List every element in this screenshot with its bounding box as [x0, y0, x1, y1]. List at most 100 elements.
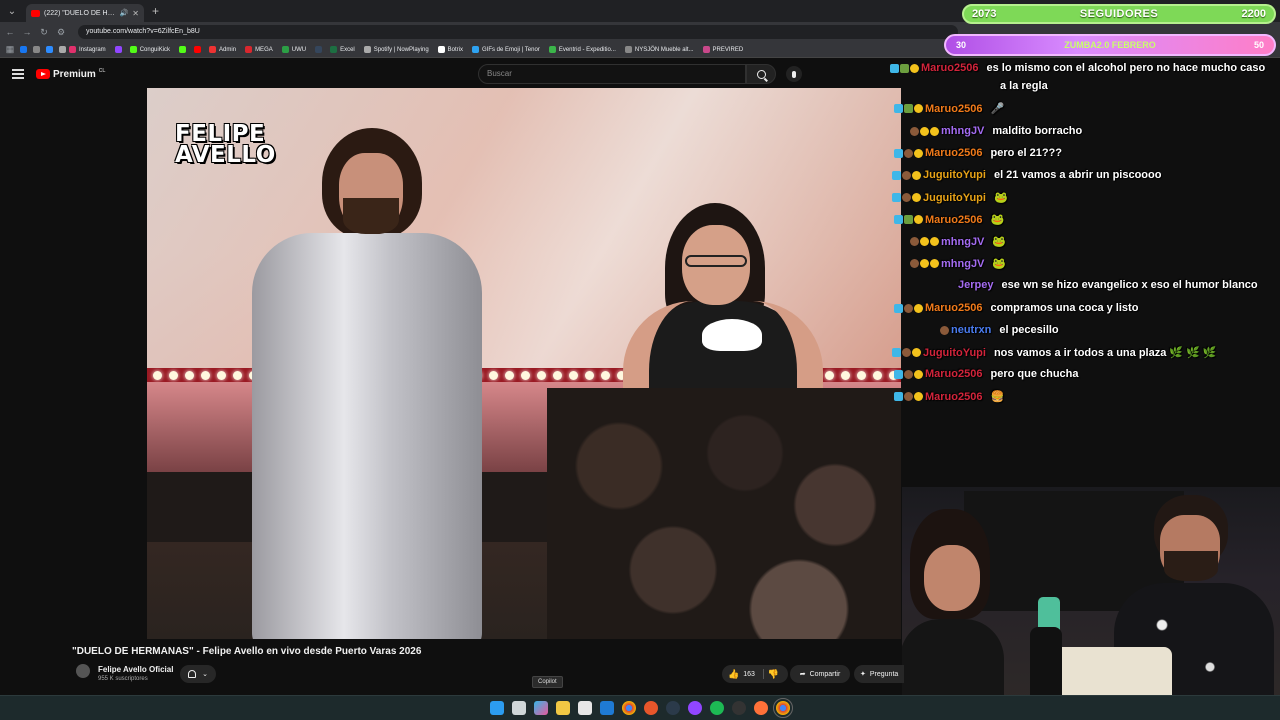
bookmark-mega[interactable]: MEGA: [245, 46, 273, 53]
instagram-icon: [69, 46, 76, 53]
site-info-icon[interactable]: ⚙: [54, 27, 68, 38]
chat-username: JuguitoYupi: [923, 346, 986, 359]
calendar-icon[interactable]: [578, 701, 592, 715]
video-player[interactable]: FELIPE AVELLO: [147, 88, 901, 639]
url-field[interactable]: youtube.com/watch?v=6ZilfcEn_b8U: [78, 25, 958, 39]
bookmark-nysjon[interactable]: NYSJÖN Mueble alt...: [624, 46, 694, 53]
youtube-icon[interactable]: [194, 46, 202, 53]
share-icon: ➦: [799, 671, 806, 678]
bookmark-icon[interactable]: [33, 46, 40, 53]
bookmark-instagram[interactable]: Instagram: [69, 46, 106, 53]
spotify-icon[interactable]: [710, 701, 724, 715]
forward-icon[interactable]: →: [20, 27, 34, 37]
channel-info[interactable]: Felipe Avello Oficial 955 K suscriptores: [76, 664, 173, 682]
channel-avatar[interactable]: [76, 664, 90, 678]
app-icon[interactable]: [644, 701, 658, 715]
followers-current: 2073: [972, 8, 997, 20]
like-icon[interactable]: 👍: [728, 669, 739, 680]
paper-flower: [702, 319, 762, 351]
eventrid-icon: [548, 46, 556, 53]
bookmark-tenor[interactable]: GIFs de Emoji | Tenor: [472, 46, 540, 53]
windows-start-icon[interactable]: [490, 701, 504, 715]
chat-username: Maruo2506: [925, 147, 983, 159]
bookmark-eventrid[interactable]: Eventrid - Expeditio...: [548, 46, 616, 53]
subscriber-count: 955 K suscriptores: [98, 676, 148, 682]
share-button[interactable]: ➦ Compartir: [790, 665, 850, 683]
facebook-icon[interactable]: [20, 46, 27, 53]
browser-tab-active[interactable]: (222) "DUELO DE HERMANA 🔊 ✕: [26, 4, 144, 22]
chat-text: 🐸: [992, 236, 1007, 248]
bookmark-botrix[interactable]: Botrix: [437, 46, 463, 53]
previred-icon: [702, 46, 710, 53]
chat-message: JuguitoYupi 🐸: [892, 191, 1008, 204]
task-view-icon[interactable]: [512, 701, 526, 715]
bookmark-previred[interactable]: PREVIRED: [702, 46, 743, 53]
chat-message: Jerpey ese wn se hizo evangelico x eso e…: [958, 279, 1258, 291]
channel-name[interactable]: Felipe Avello Oficial: [98, 665, 173, 674]
zumba-label: ZUMBA2.0 FEBRERO: [1064, 40, 1156, 50]
audience: [547, 388, 901, 639]
chat-text: 🎤: [990, 103, 1005, 115]
followers-label: SEGUIDORES: [1079, 8, 1159, 20]
chat-text: 🐸: [990, 214, 1005, 226]
like-separator: [762, 669, 764, 679]
bookmark-conguikick[interactable]: ConguiKick: [129, 46, 170, 53]
back-icon[interactable]: ←: [3, 27, 17, 37]
twitch-icon[interactable]: [114, 46, 122, 53]
ask-button[interactable]: ✦ Pregunta: [854, 665, 904, 683]
premium-label: Premium: [53, 68, 96, 80]
chrome-active-icon[interactable]: [773, 698, 793, 718]
tumblr-icon[interactable]: [315, 46, 323, 53]
bookmark-uwu[interactable]: UWU: [281, 46, 306, 53]
like-dislike-bar[interactable]: 👍 163 👎: [722, 665, 788, 683]
file-explorer-icon[interactable]: [556, 701, 570, 715]
tab-search-icon[interactable]: ⌄: [4, 3, 20, 19]
youtube-logo[interactable]: Premium CL: [36, 68, 105, 80]
bookmark-excel[interactable]: Excel: [330, 46, 355, 53]
chat-text: a la regla: [1000, 80, 1048, 92]
chrome-icon[interactable]: [622, 701, 636, 715]
chat-text: 🐸: [992, 258, 1007, 270]
close-tab-icon[interactable]: ✕: [132, 9, 139, 18]
chat-text: pero que chucha: [990, 368, 1079, 380]
chat-message: JuguitoYupi nos vamos a ir todos a una p…: [892, 346, 1217, 359]
chat-username: mhngJV: [941, 257, 985, 270]
chat-username: Jerpey: [958, 279, 994, 291]
chat-message: Maruo2506 pero que chucha: [894, 368, 1079, 380]
app-icon[interactable]: [666, 701, 680, 715]
chat-message: a la regla: [1000, 80, 1048, 92]
chat-text: ese wn se hizo evangelico x eso el humor…: [1001, 279, 1258, 291]
kick-icon[interactable]: [179, 46, 187, 53]
subscribed-bell-button[interactable]: ⌄: [180, 665, 216, 683]
bookmark-icon[interactable]: [59, 46, 66, 53]
chat-username: mhngJV: [941, 235, 985, 248]
chat-text: nos vamos a ir todos a una plaza 🌿 🌿 🌿: [993, 347, 1217, 359]
obs-icon[interactable]: [732, 701, 746, 715]
reload-icon[interactable]: ↻: [37, 27, 51, 38]
audio-playing-icon[interactable]: 🔊: [120, 9, 129, 17]
chevron-down-icon: ⌄: [202, 671, 208, 678]
followers-goal-bar: 2073 SEGUIDORES 2200: [962, 4, 1276, 24]
chat-username: JuguitoYupi: [923, 191, 986, 204]
sparkle-icon: ✦: [860, 671, 866, 678]
bookmark-icon[interactable]: [46, 46, 53, 53]
webcam-feed: [902, 487, 1280, 720]
search-input[interactable]: Buscar: [478, 64, 746, 84]
bookmark-spotify[interactable]: Spotify | NowPlaying: [363, 46, 429, 53]
outlook-icon[interactable]: [600, 701, 614, 715]
menu-icon[interactable]: [12, 67, 24, 82]
apps-icon[interactable]: ▦: [3, 44, 17, 55]
bookmark-admin[interactable]: Admin: [209, 46, 236, 53]
twitch-icon[interactable]: [688, 701, 702, 715]
copilot-icon[interactable]: [534, 701, 548, 715]
new-tab-button[interactable]: +: [152, 4, 159, 18]
mega-icon: [245, 46, 253, 53]
dislike-icon[interactable]: 👎: [768, 669, 779, 680]
search-button[interactable]: [746, 64, 776, 84]
chat-message: mhngJV 🐸: [910, 235, 1006, 248]
chat-username: mhngJV: [941, 125, 985, 137]
firefox-icon[interactable]: [754, 701, 768, 715]
chat-text: pero el 21???: [990, 147, 1063, 159]
voice-search-icon[interactable]: [786, 66, 802, 82]
stream-chat-overlay: Maruo2506 es lo mismo con el alcohol per…: [890, 58, 1280, 408]
